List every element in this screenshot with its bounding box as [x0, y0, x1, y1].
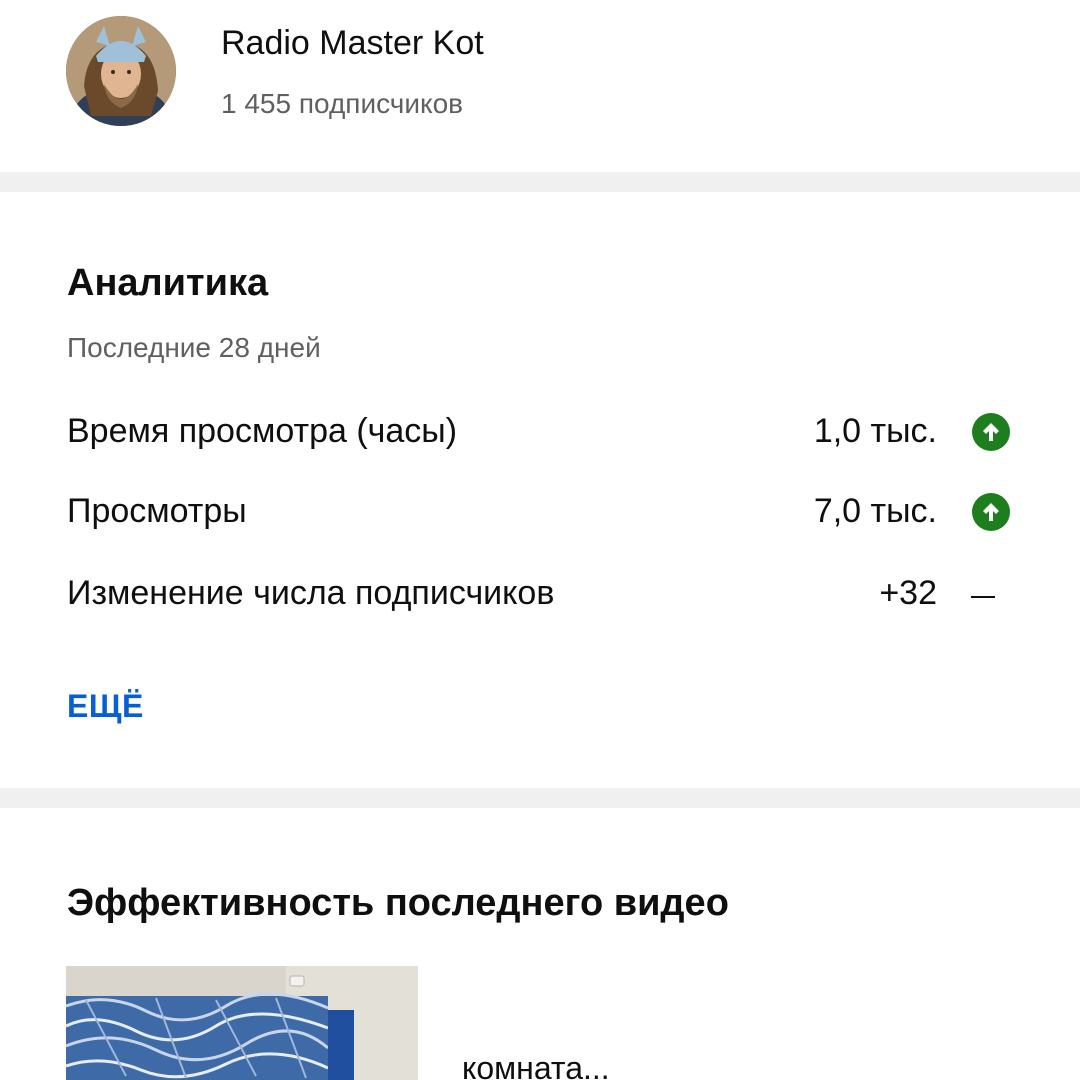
subscriber-count: 1 455 подписчиков — [221, 88, 464, 119]
metric-value: 7,0 тыс. — [813, 492, 937, 530]
analytics-period: Последние 28 дней — [67, 332, 321, 363]
avatar-image — [66, 16, 176, 126]
metric-row-views[interactable]: Просмотры 7,0 тыс. — [67, 488, 1013, 538]
metric-row-watch-time[interactable]: Время просмотра (часы) 1,0 тыс. — [67, 408, 1013, 458]
analytics-title: Аналитика — [67, 262, 269, 304]
video-title[interactable]: комната... — [462, 1050, 610, 1080]
video-thumbnail-image — [66, 966, 418, 1080]
video-thumbnail[interactable] — [66, 966, 418, 1080]
trend-up-icon — [972, 413, 1010, 451]
metric-row-subscriber-change[interactable]: Изменение числа подписчиков +32 — [67, 570, 1013, 620]
section-divider — [0, 172, 1080, 192]
trend-up-icon — [972, 493, 1010, 531]
metric-value: +32 — [879, 574, 937, 612]
latest-video-title: Эффективность последнего видео — [67, 882, 729, 924]
metric-label: Просмотры — [67, 492, 247, 530]
trend-neutral-icon — [971, 596, 995, 598]
channel-dashboard: Radio Master Kot 1 455 подписчиков Анали… — [0, 0, 1080, 1080]
channel-name[interactable]: Radio Master Kot — [221, 24, 484, 63]
metric-label: Время просмотра (часы) — [67, 412, 458, 450]
more-button[interactable]: ЕЩЁ — [67, 688, 144, 725]
section-divider — [0, 788, 1080, 808]
channel-header[interactable]: Radio Master Kot 1 455 подписчиков — [0, 0, 1080, 172]
metric-label: Изменение числа подписчиков — [67, 574, 555, 612]
metric-value: 1,0 тыс. — [813, 412, 937, 450]
channel-avatar[interactable] — [66, 16, 176, 126]
